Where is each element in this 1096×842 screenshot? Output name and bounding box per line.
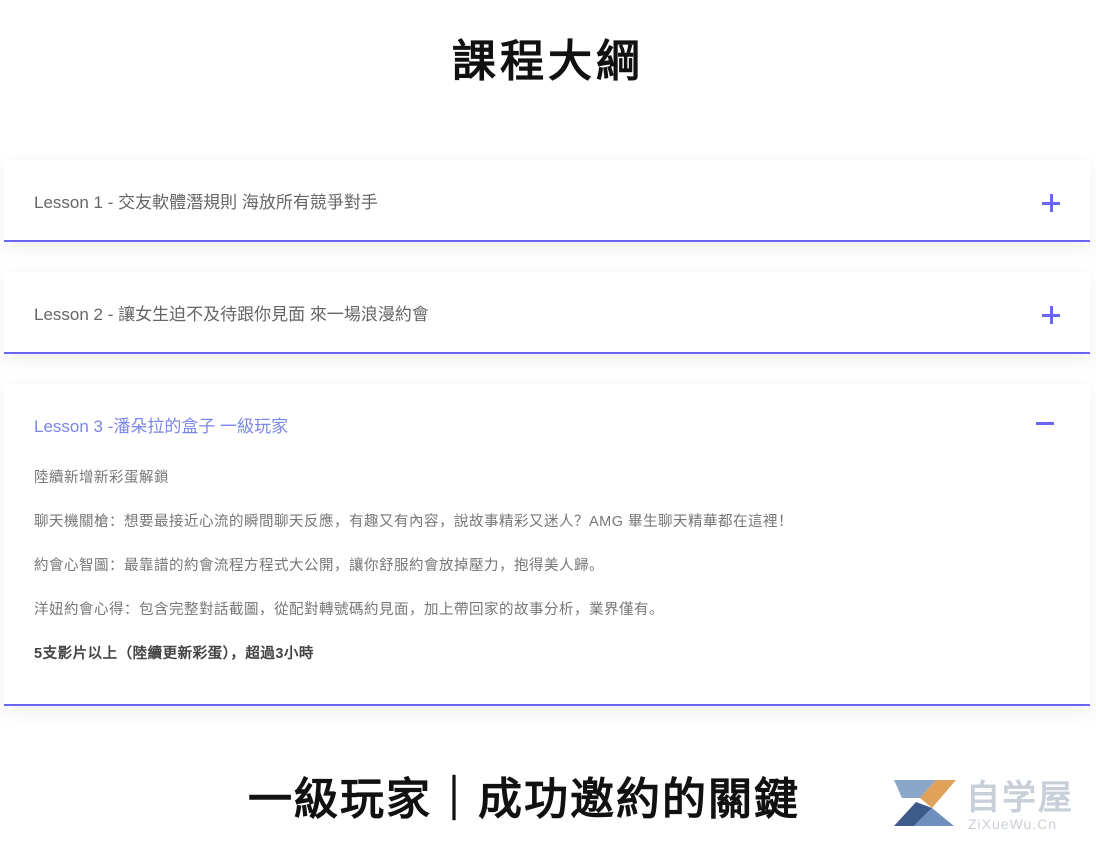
minus-icon[interactable] [1036, 414, 1054, 432]
lesson-body-line: 聊天機關槍：想要最接近心流的瞬間聊天反應，有趣又有內容，說故事精彩又迷人？AMG… [34, 514, 794, 530]
lesson-title: Lesson 2 - 讓女生迫不及待跟你見面 來一場浪漫約會 [34, 305, 429, 324]
section-heading: 一級玩家｜成功邀約的關鍵 [248, 774, 800, 825]
plus-icon[interactable] [1042, 306, 1060, 324]
watermark-text-cn: 自学屋 [966, 778, 1074, 818]
page: 課程大綱 Lesson 1 - 交友軟體潛規則 海放所有競爭對手 Lesson … [0, 0, 1096, 842]
accordion-panel-lesson-3: Lesson 3 -潘朵拉的盒子 一級玩家 陸續新增新彩蛋解鎖 聊天機關槍：想要… [4, 384, 1090, 706]
accordion-header-lesson-2[interactable]: Lesson 2 - 讓女生迫不及待跟你見面 來一場浪漫約會 [4, 272, 1090, 352]
plus-icon[interactable] [1042, 194, 1060, 212]
lesson-body-line: 約會心智圖：最靠譜的約會流程方程式大公開，讓你舒服約會放掉壓力，抱得美人歸。 [34, 558, 604, 574]
accordion-panel-lesson-2: Lesson 2 - 讓女生迫不及待跟你見面 來一場浪漫約會 [4, 272, 1090, 354]
page-title: 課程大綱 [452, 36, 644, 87]
zixuewu-logo-icon [894, 780, 956, 826]
accordion-header-lesson-1[interactable]: Lesson 1 - 交友軟體潛規則 海放所有競爭對手 [4, 160, 1090, 240]
lesson-summary: 5支影片以上（陸續更新彩蛋），超過3小時 [34, 646, 314, 662]
lesson-title: Lesson 1 - 交友軟體潛規則 海放所有競爭對手 [34, 193, 378, 212]
watermark: 自学屋 ZiXueWu.Cn [890, 770, 1090, 836]
lesson-body-line: 陸續新增新彩蛋解鎖 [34, 470, 169, 486]
lesson-title-active: Lesson 3 -潘朵拉的盒子 一級玩家 [34, 417, 289, 436]
watermark-text-en: ZiXueWu.Cn [968, 816, 1058, 832]
accordion-header-lesson-3[interactable]: Lesson 3 -潘朵拉的盒子 一級玩家 [4, 384, 1090, 464]
accordion-panel-lesson-1: Lesson 1 - 交友軟體潛規則 海放所有競爭對手 [4, 160, 1090, 242]
lesson-body-line: 洋妞約會心得：包含完整對話截圖，從配對轉號碼約見面，加上帶回家的故事分析，業界僅… [34, 602, 664, 618]
